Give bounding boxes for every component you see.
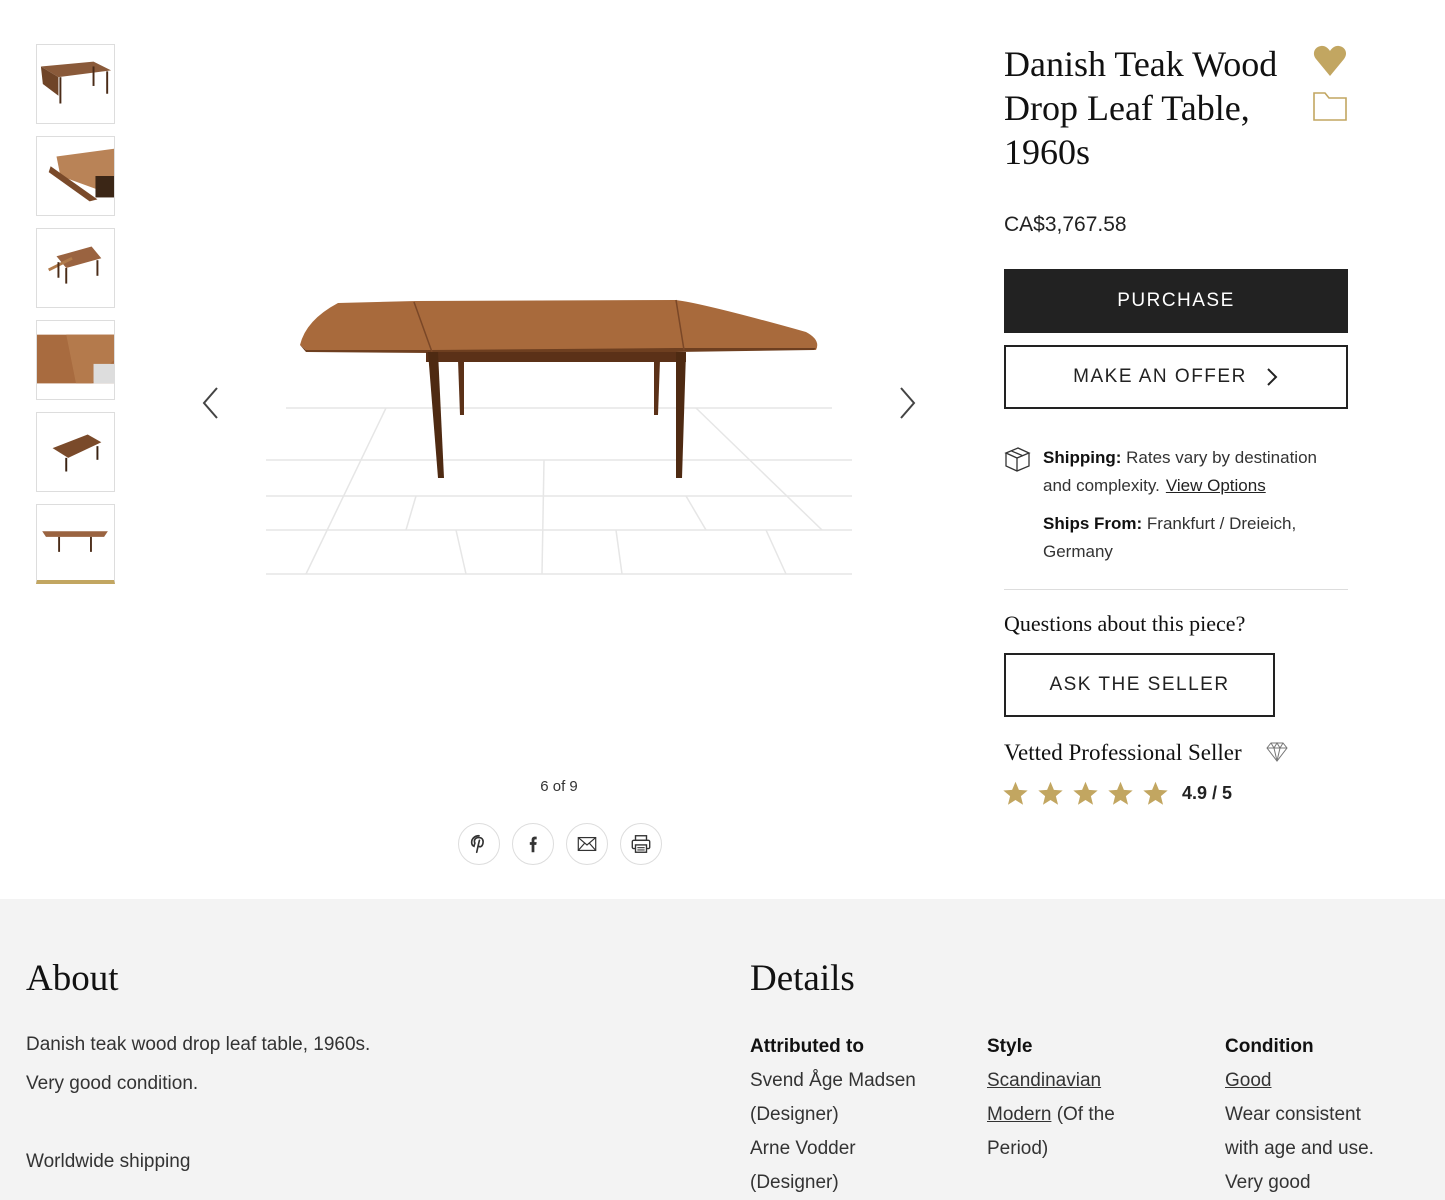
- condition-heading: Condition: [1225, 1036, 1314, 1057]
- designer-2-role: (Designer): [750, 1172, 839, 1193]
- chevron-right-icon: [1267, 368, 1278, 386]
- thumbnail-4[interactable]: [36, 320, 115, 400]
- seller-rating: 4.9 / 5: [1002, 780, 1232, 807]
- condition-text-2: with age and use.: [1225, 1138, 1374, 1159]
- questions-heading: Questions about this piece?: [1004, 611, 1246, 636]
- pinterest-icon: [470, 834, 484, 854]
- about-line-1: Danish teak wood drop leaf table, 1960s.: [26, 1034, 371, 1055]
- condition-text-3: Very good: [1225, 1172, 1311, 1193]
- thumbnail-3[interactable]: [36, 228, 115, 308]
- about-line-3: Worldwide shipping: [26, 1151, 191, 1172]
- details-heading: Details: [750, 958, 855, 999]
- style-suffix-2: Period): [987, 1138, 1049, 1159]
- thumbnail-5[interactable]: [36, 412, 115, 492]
- folder-icon[interactable]: [1312, 90, 1348, 122]
- package-icon: [1003, 445, 1031, 473]
- ships-from-label: Ships From:: [1043, 514, 1143, 533]
- product-title-line-3: 1960s: [1004, 132, 1091, 172]
- vetted-seller-label: Vetted Professional Seller: [1004, 740, 1242, 765]
- facebook-icon: [529, 836, 537, 853]
- star-icon: [1073, 781, 1098, 805]
- designer-2: Arne Vodder: [750, 1138, 856, 1159]
- details-condition-column: Condition Good Wear consistent with age …: [1225, 1030, 1435, 1200]
- details-style-column: Style Scandinavian Modern (Of the Period…: [987, 1030, 1197, 1166]
- purchase-button[interactable]: PURCHASE: [1004, 269, 1348, 333]
- product-title-line-2: Drop Leaf Table,: [1004, 88, 1250, 128]
- image-counter: 6 of 9: [540, 778, 578, 795]
- ask-the-seller-button[interactable]: ASK THE SELLER: [1004, 653, 1275, 717]
- style-heading: Style: [987, 1036, 1033, 1057]
- star-icon: [1108, 781, 1133, 805]
- star-icon: [1003, 781, 1028, 805]
- facebook-share-button[interactable]: [512, 823, 554, 865]
- product-title: Danish Teak Wood Drop Leaf Table, 1960s: [1004, 42, 1304, 174]
- print-share-button[interactable]: [620, 823, 662, 865]
- shipping-info: Shipping: Rates vary by destination and …: [1043, 444, 1343, 500]
- divider: [1004, 589, 1348, 590]
- next-image-arrow-icon[interactable]: [896, 385, 918, 421]
- style-link-scandinavian[interactable]: Scandinavian: [987, 1070, 1101, 1091]
- share-buttons: [458, 823, 662, 865]
- details-attributed-column: Attributed to Svend Åge Madsen (Designer…: [750, 1030, 960, 1200]
- make-an-offer-label: MAKE AN OFFER: [1073, 366, 1247, 387]
- style-suffix-1: (Of the: [1056, 1104, 1115, 1125]
- email-icon: [577, 836, 597, 852]
- about-line-2: Very good condition.: [26, 1073, 199, 1094]
- previous-image-arrow-icon[interactable]: [200, 385, 222, 421]
- ships-from: Ships From: Frankfurt / Dreieich, German…: [1043, 510, 1343, 566]
- thumbnail-1[interactable]: [36, 44, 115, 124]
- condition-link-good[interactable]: Good: [1225, 1070, 1271, 1091]
- star-icon: [1038, 781, 1063, 805]
- make-an-offer-button[interactable]: MAKE AN OFFER: [1004, 345, 1348, 409]
- heart-icon[interactable]: [1312, 44, 1348, 78]
- product-title-line-1: Danish Teak Wood: [1004, 44, 1278, 84]
- rating-value: 4.9 / 5: [1182, 783, 1233, 803]
- attributed-heading: Attributed to: [750, 1036, 864, 1057]
- main-product-image[interactable]: [266, 200, 852, 600]
- diamond-icon: [1265, 740, 1289, 764]
- style-link-modern[interactable]: Modern: [987, 1104, 1051, 1125]
- product-price: CA$3,767.58: [1004, 213, 1127, 236]
- shipping-label: Shipping:: [1043, 448, 1122, 467]
- designer-1-role: (Designer): [750, 1104, 839, 1125]
- star-icon: [1143, 781, 1168, 805]
- condition-text-1: Wear consistent: [1225, 1104, 1361, 1125]
- designer-1: Svend Åge Madsen: [750, 1070, 916, 1091]
- view-options-link[interactable]: View Options: [1166, 476, 1266, 495]
- pinterest-share-button[interactable]: [458, 823, 500, 865]
- email-share-button[interactable]: [566, 823, 608, 865]
- about-heading: About: [26, 958, 119, 999]
- print-icon: [631, 835, 651, 853]
- thumbnail-2[interactable]: [36, 136, 115, 216]
- thumbnail-6[interactable]: [36, 504, 115, 584]
